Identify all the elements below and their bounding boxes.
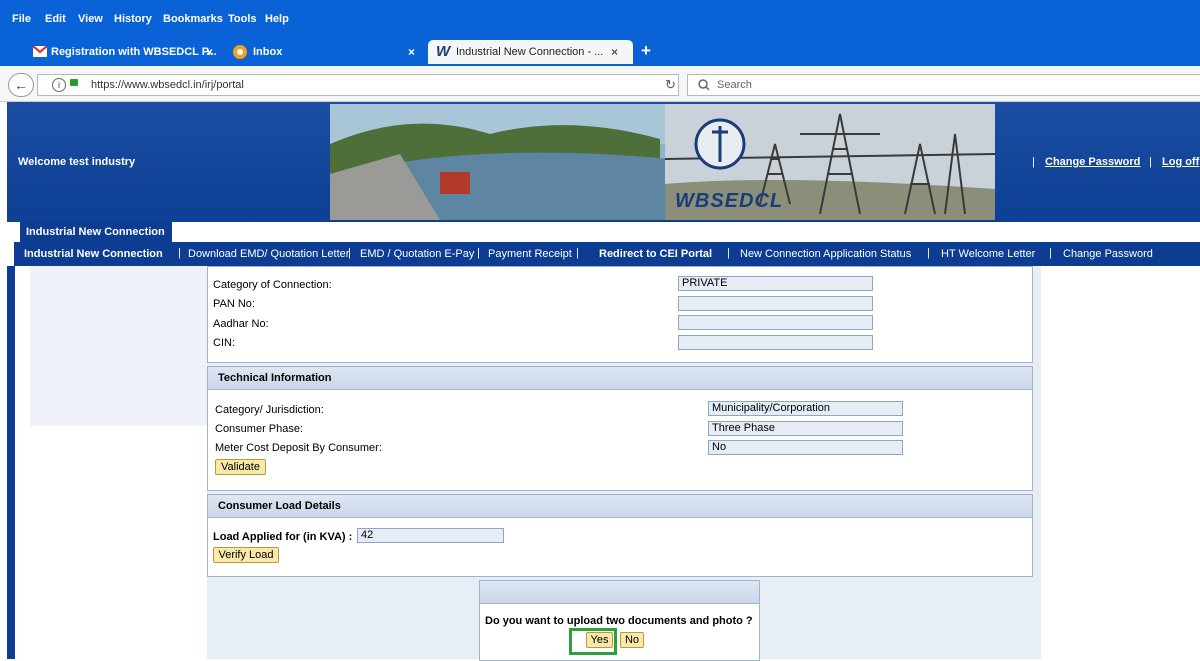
new-tab-button[interactable]: + (641, 41, 651, 61)
menu-tools[interactable]: Tools (228, 13, 257, 25)
category-jurisdiction-field[interactable]: Municipality/Corporation (708, 401, 903, 416)
load-applied-label: Load Applied for (in KVA) : (213, 531, 353, 543)
banner-image: WBSEDCL (330, 104, 995, 220)
divider: | (1149, 156, 1152, 168)
divider: | (1049, 247, 1052, 259)
subnav-download-emd[interactable]: Download EMD/ Quotation Letter (188, 248, 349, 260)
meter-cost-deposit-field[interactable]: No (708, 440, 903, 455)
consumer-load-header: Consumer Load Details (208, 495, 1032, 518)
left-panel (30, 266, 207, 426)
category-of-connection-label: Category of Connection: (213, 279, 332, 291)
consumer-load-panel: Consumer Load Details Load Applied for (… (207, 494, 1033, 577)
gmail-icon (33, 46, 47, 57)
browser-menu-bar: File Edit View History Bookmarks Tools H… (0, 0, 1200, 36)
search-box[interactable]: Search (687, 74, 1200, 96)
load-applied-field[interactable]: 42 (357, 528, 504, 543)
aadhar-no-field[interactable] (678, 315, 873, 330)
consumer-phase-label: Consumer Phase: (215, 423, 304, 435)
portal-banner: Welcome test industry WBSEDCL | Change P… (7, 102, 1200, 222)
category-of-connection-field[interactable]: PRIVATE (678, 276, 873, 291)
browser-tab-bar: Registration with WBSEDCL P... × Inbox ×… (0, 36, 1200, 66)
aadhar-no-label: Aadhar No: (213, 318, 269, 330)
close-tab-icon[interactable]: × (206, 45, 213, 59)
upload-question-text: Do you want to upload two documents and … (485, 615, 753, 627)
divider: | (576, 247, 579, 259)
divider: | (1032, 156, 1035, 168)
subnav-application-status[interactable]: New Connection Application Status (740, 248, 911, 260)
url-bar[interactable]: i https://www.wbsedcl.in/irj/portal ↻ (37, 74, 679, 96)
subnav-emd-epay[interactable]: EMD / Quotation E-Pay (360, 248, 474, 260)
tab-inbox[interactable]: Inbox × (230, 40, 426, 64)
general-info-panel: Category of Connection: PRIVATE PAN No: … (207, 266, 1033, 363)
search-icon (698, 79, 710, 91)
divider: | (727, 247, 730, 259)
url-text[interactable]: https://www.wbsedcl.in/irj/portal (91, 79, 244, 91)
upload-confirm-dialog: Do you want to upload two documents and … (479, 580, 760, 661)
subnav-industrial-new-connection[interactable]: Industrial New Connection (24, 248, 163, 260)
page-tab[interactable]: Industrial New Connection (20, 222, 172, 242)
info-icon[interactable]: i (52, 78, 66, 92)
divider: | (477, 247, 480, 259)
log-off-link[interactable]: Log off (1162, 156, 1199, 168)
verify-load-button[interactable]: Verify Load (213, 547, 279, 563)
left-frame-bar (7, 266, 15, 659)
search-placeholder: Search (717, 79, 752, 91)
cin-field[interactable] (678, 335, 873, 350)
tab-label: Inbox (253, 46, 283, 58)
subnav-ht-welcome-letter[interactable]: HT Welcome Letter (941, 248, 1035, 260)
close-tab-icon[interactable]: × (611, 45, 618, 59)
menu-help[interactable]: Help (265, 13, 289, 25)
pan-no-label: PAN No: (213, 298, 255, 310)
technical-info-header: Technical Information (208, 367, 1032, 390)
welcome-text: Welcome test industry (18, 156, 136, 168)
back-icon[interactable]: ← (8, 73, 34, 97)
cin-label: CIN: (213, 337, 235, 349)
tab-label: Industrial New Connection - ... (456, 46, 604, 58)
menu-file[interactable]: File (12, 13, 31, 25)
dialog-header (480, 581, 759, 604)
subnav-redirect-cei[interactable]: Redirect to CEI Portal (599, 248, 712, 260)
category-jurisdiction-label: Category/ Jurisdiction: (215, 404, 324, 416)
wbsedcl-logo-text: WBSEDCL (675, 190, 784, 212)
subnav-change-password[interactable]: Change Password (1063, 248, 1153, 260)
close-tab-icon[interactable]: × (408, 45, 415, 59)
technical-info-title: Technical Information (218, 372, 332, 384)
tab-industrial-new-connection[interactable]: W Industrial New Connection - ... × (428, 40, 633, 64)
pan-no-field[interactable] (678, 296, 873, 311)
menu-view[interactable]: View (78, 13, 103, 25)
sub-navigation: Industrial New Connection | Download EMD… (14, 242, 1200, 266)
meter-cost-deposit-label: Meter Cost Deposit By Consumer: (215, 442, 382, 454)
consumer-phase-field[interactable]: Three Phase (708, 421, 903, 436)
lock-icon (70, 79, 78, 86)
page-tab-label: Industrial New Connection (26, 226, 165, 238)
tab-label: Registration with WBSEDCL P... (51, 46, 217, 58)
change-password-link[interactable]: Change Password (1045, 156, 1140, 168)
landscape-image (330, 104, 995, 220)
subnav-payment-receipt[interactable]: Payment Receipt (488, 248, 572, 260)
yes-button[interactable]: Yes (586, 632, 613, 648)
menu-edit[interactable]: Edit (45, 13, 66, 25)
wbsedcl-favicon-icon: W (436, 43, 451, 60)
consumer-load-title: Consumer Load Details (218, 500, 341, 512)
menu-history[interactable]: History (114, 13, 152, 25)
divider: | (348, 247, 351, 259)
no-button[interactable]: No (620, 632, 644, 648)
tab-registration[interactable]: Registration with WBSEDCL P... × (28, 40, 224, 64)
technical-info-panel: Technical Information Category/ Jurisdic… (207, 366, 1033, 491)
reload-icon[interactable]: ↻ (665, 77, 676, 93)
browser-nav-bar: ← i https://www.wbsedcl.in/irj/portal ↻ … (0, 66, 1200, 102)
divider: | (927, 247, 930, 259)
mail-client-icon (233, 45, 247, 59)
divider: | (178, 247, 181, 259)
validate-button[interactable]: Validate (215, 459, 266, 475)
menu-bookmarks[interactable]: Bookmarks (163, 13, 223, 25)
